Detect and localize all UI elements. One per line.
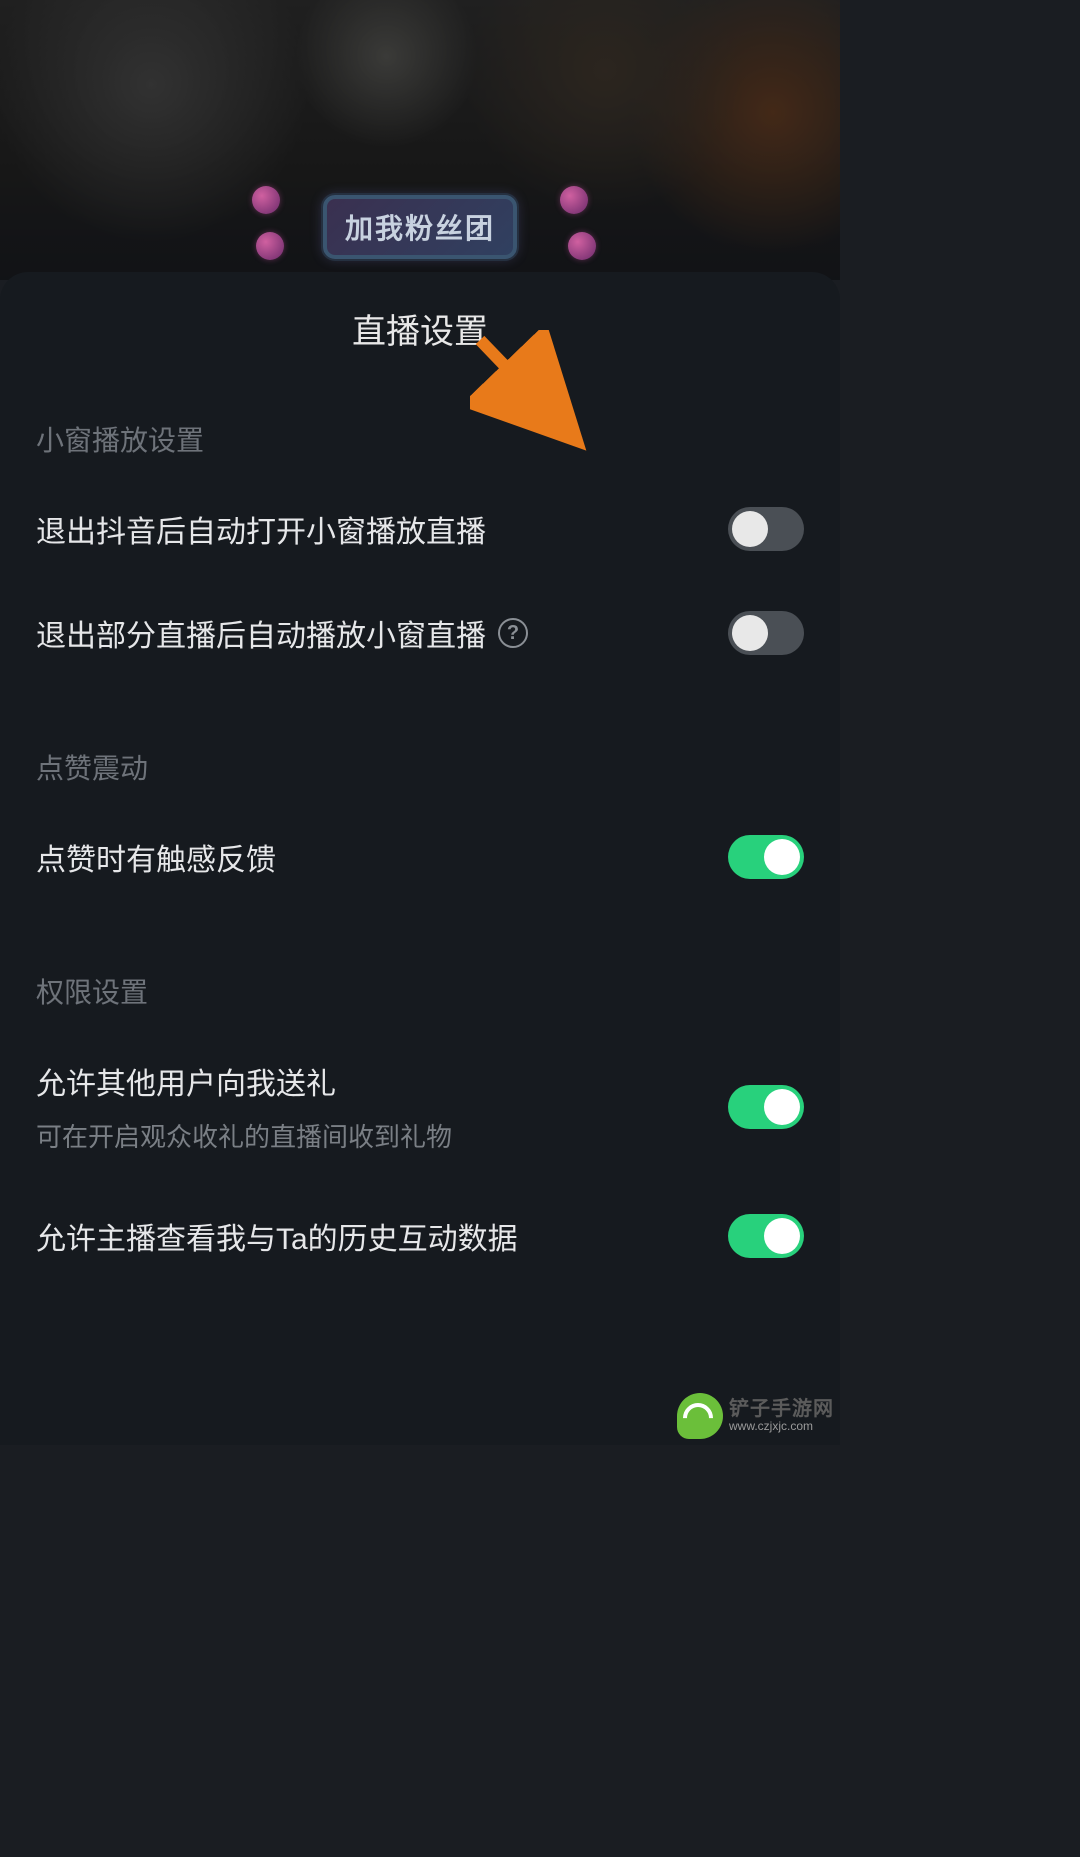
- setting-label: 允许其他用户向我送礼: [36, 1059, 712, 1103]
- section-like-vibration: 点赞震动: [36, 729, 804, 805]
- section-permissions: 权限设置: [36, 953, 804, 1029]
- setting-row-like-haptic: 点赞时有触感反馈: [36, 805, 804, 909]
- toggle-allow-history[interactable]: [728, 1214, 804, 1258]
- toggle-exit-live-mini-window[interactable]: [728, 611, 804, 655]
- watermark-url: www.czjxjc.com: [729, 1420, 834, 1433]
- decorative-icon: [252, 186, 280, 214]
- toggle-like-haptic[interactable]: [728, 835, 804, 879]
- setting-label: 退出抖音后自动打开小窗播放直播: [36, 507, 712, 551]
- live-settings-panel: 直播设置 小窗播放设置 退出抖音后自动打开小窗播放直播 退出部分直播后自动播放小…: [0, 272, 840, 1445]
- decorative-icon: [256, 232, 284, 260]
- decorative-icon: [568, 232, 596, 260]
- toggle-allow-gifts[interactable]: [728, 1085, 804, 1129]
- setting-row-exit-app-mini-window: 退出抖音后自动打开小窗播放直播: [36, 477, 804, 581]
- setting-row-allow-history: 允许主播查看我与Ta的历史互动数据: [36, 1184, 804, 1288]
- toggle-exit-app-mini-window[interactable]: [728, 507, 804, 551]
- watermark-logo-icon: [677, 1393, 723, 1439]
- setting-label: 点赞时有触感反馈: [36, 835, 712, 879]
- help-icon[interactable]: ?: [498, 618, 528, 648]
- setting-row-exit-live-mini-window: 退出部分直播后自动播放小窗直播 ?: [36, 581, 804, 685]
- watermark-name: 铲子手游网: [729, 1398, 834, 1420]
- section-mini-window: 小窗播放设置: [36, 401, 804, 477]
- fan-club-badge[interactable]: 加我粉丝团: [323, 195, 517, 259]
- watermark: 铲子手游网 www.czjxjc.com: [673, 1389, 838, 1443]
- setting-label: 允许主播查看我与Ta的历史互动数据: [36, 1214, 712, 1258]
- decorative-icon: [560, 186, 588, 214]
- panel-title: 直播设置: [36, 272, 804, 401]
- setting-label: 退出部分直播后自动播放小窗直播 ?: [36, 611, 712, 655]
- setting-row-allow-gifts: 允许其他用户向我送礼 可在开启观众收礼的直播间收到礼物: [36, 1029, 804, 1184]
- setting-sublabel: 可在开启观众收礼的直播间收到礼物: [36, 1117, 712, 1154]
